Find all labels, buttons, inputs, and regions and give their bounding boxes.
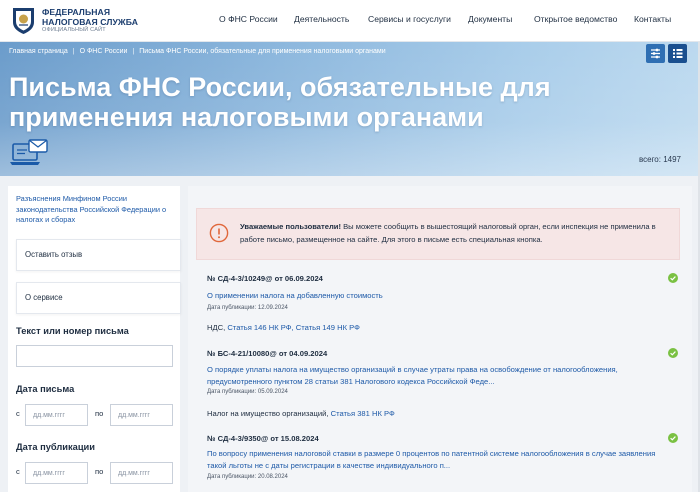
- minfin-explanations-link[interactable]: Разъяснения Минфином России законодатель…: [16, 194, 176, 226]
- letter-number[interactable]: № СД-4-3/9350@ от 15.08.2024: [207, 434, 319, 443]
- nav-open-agency[interactable]: Открытое ведомство: [534, 14, 617, 24]
- list-view-button[interactable]: [668, 44, 687, 63]
- site-header: ФЕДЕРАЛЬНАЯ НАЛОГОВАЯ СЛУЖБА ОФИЦИАЛЬНЫЙ…: [0, 0, 700, 42]
- tag-article-149[interactable]: Статья 149 НК РФ: [296, 323, 360, 332]
- breadcrumb-current: Письма ФНС России, обязательные для прим…: [139, 48, 386, 55]
- letters-laptop-icon: [10, 139, 48, 165]
- letter-tags: НДС, Статья 146 НК РФ, Статья 149 НК РФ: [207, 323, 360, 332]
- letter-number[interactable]: № БС-4-21/10080@ от 04.09.2024: [207, 349, 327, 358]
- feedback-button[interactable]: Оставить отзыв: [16, 239, 181, 271]
- letter-date-from-input[interactable]: [25, 404, 88, 426]
- filter-sliders-icon: [651, 48, 660, 59]
- letter-pub-date: Дата публикации: 20.08.2024: [207, 474, 288, 480]
- tag-prefix: Налог на имущество организаций,: [207, 409, 331, 418]
- letter-number[interactable]: № СД-4-3/10249@ от 06.09.2024: [207, 274, 323, 283]
- check-icon: [668, 348, 678, 358]
- nav-documents[interactable]: Документы: [468, 14, 512, 24]
- pub-date-from-input[interactable]: [25, 462, 88, 484]
- pub-date-to-input[interactable]: [110, 462, 173, 484]
- letter-title[interactable]: О порядке уплаты налога на имущество орг…: [207, 364, 669, 387]
- tag-article-381[interactable]: Статья 381 НК РФ: [331, 409, 395, 418]
- page-hero: Главная страница | О ФНС России | Письма ФНС…: [0, 42, 700, 176]
- user-notice: Уважаемые пользователи! Вы можете сообщи…: [196, 208, 680, 260]
- check-icon: [668, 433, 678, 443]
- pub-date-from-label: с: [16, 467, 20, 476]
- pub-date-heading: Дата публикации: [16, 442, 95, 452]
- letter-title[interactable]: О применении налога на добавленную стоим…: [207, 290, 669, 302]
- letter-title[interactable]: По вопросу применения налоговой ставки в…: [207, 448, 669, 471]
- notice-bold: Уважаемые пользователи!: [240, 222, 341, 231]
- breadcrumb: Главная страница | О ФНС России | Письма ФНС…: [9, 48, 386, 55]
- main-nav: О ФНС России Деятельность Сервисы и госу…: [0, 14, 700, 28]
- tag-prefix: НДС,: [207, 323, 228, 332]
- total-count: всего: 1497: [638, 155, 681, 164]
- nav-services[interactable]: Сервисы и госуслуги: [368, 14, 451, 24]
- nav-about[interactable]: О ФНС России: [219, 14, 278, 24]
- filter-sidebar: Разъяснения Минфином России законодатель…: [8, 186, 181, 492]
- list-icon: [673, 49, 683, 58]
- check-icon: [668, 273, 678, 283]
- tag-article-146[interactable]: Статья 146 НК РФ,: [227, 323, 293, 332]
- letter-tags: Налог на имущество организаций, Статья 3…: [207, 409, 395, 418]
- breadcrumb-home[interactable]: Главная страница: [9, 48, 68, 55]
- page-title: Письма ФНС России, обязательные для прим…: [9, 72, 551, 132]
- pub-date-to-label: по: [95, 467, 104, 476]
- letter-pub-date: Дата публикации: 05.09.2024: [207, 389, 288, 395]
- search-input[interactable]: [16, 345, 173, 367]
- logo-subtitle: ОФИЦИАЛЬНЫЙ САЙТ: [42, 27, 106, 34]
- letter-date-from-label: с: [16, 409, 20, 418]
- search-heading: Текст или номер письма: [16, 326, 129, 336]
- breadcrumb-separator: |: [72, 48, 75, 55]
- breadcrumb-about[interactable]: О ФНС России: [80, 48, 128, 55]
- breadcrumb-separator: |: [132, 48, 135, 55]
- nav-contacts[interactable]: Контакты: [634, 14, 671, 24]
- about-service-button[interactable]: О сервисе: [16, 282, 181, 314]
- nav-activity[interactable]: Деятельность: [294, 14, 349, 24]
- letter-pub-date: Дата публикации: 12.09.2024: [207, 305, 288, 311]
- letter-date-to-label: по: [95, 409, 104, 418]
- letters-list: Уважаемые пользователи! Вы можете сообщи…: [188, 186, 692, 492]
- notice-text: Уважаемые пользователи! Вы можете сообщи…: [240, 221, 670, 246]
- letter-date-to-input[interactable]: [110, 404, 173, 426]
- letter-date-heading: Дата письма: [16, 384, 75, 394]
- filter-view-button[interactable]: [646, 44, 665, 63]
- info-circle-icon: [209, 223, 229, 243]
